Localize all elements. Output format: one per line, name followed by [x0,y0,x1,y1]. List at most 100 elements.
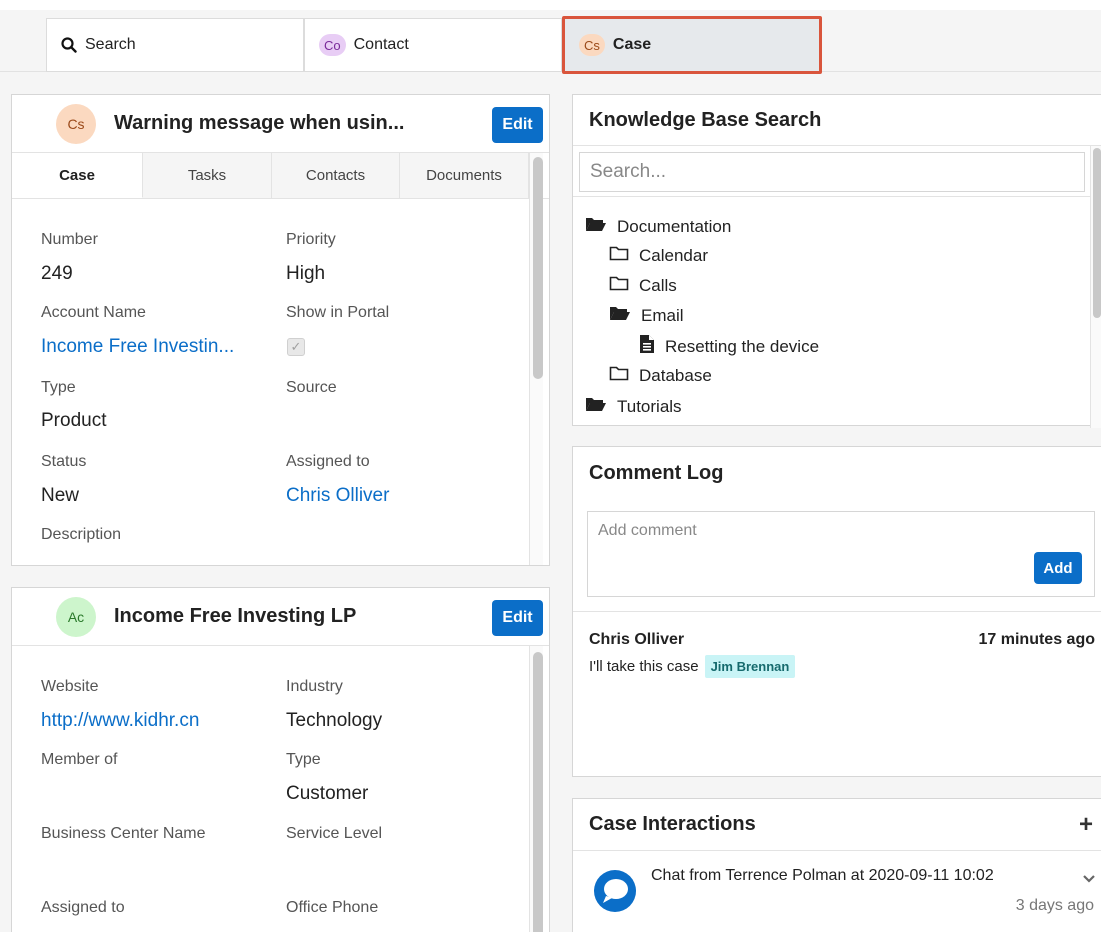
interaction-text[interactable]: Chat from Terrence Polman at 2020-09-11 … [651,867,994,885]
subtab-case[interactable]: Case [12,153,143,198]
tree-item-resetting-device[interactable]: Resetting the device [639,334,819,359]
tree-label: Resetting the device [665,336,820,356]
tree-label: Email [641,305,684,325]
add-comment-field[interactable]: Add comment Add [587,511,1095,597]
folder-open-icon [585,396,617,417]
account-edit-button[interactable]: Edit [492,600,543,636]
tab-bar: Search Co Contact Cs Case [0,10,1101,74]
case-subtabs: Case Tasks Contacts Documents [12,153,549,199]
account-type-value: Customer [286,783,369,804]
account-panel-header: Ac Income Free Investing LP Edit [12,588,549,646]
number-label: Number [41,231,98,248]
tree-label: Calendar [639,245,708,265]
account-type-label: Type [286,751,321,768]
folder-icon [609,245,639,266]
source-label: Source [286,379,337,396]
comment-time: 17 minutes ago [978,631,1095,648]
case-interactions-title: Case Interactions [589,813,756,835]
subtab-tasks[interactable]: Tasks [143,153,272,198]
comment-log-header: Comment Log [573,447,1101,499]
tree-item-tutorials[interactable]: Tutorials [585,396,682,417]
comment-body: I'll take this case Jim Brennan [589,655,796,678]
assigned-to-link[interactable]: Chris Olliver [286,485,389,507]
kb-header: Knowledge Base Search [573,95,1101,145]
comment-text: I'll take this case [589,658,699,675]
description-label: Description [41,526,122,543]
tab-search[interactable]: Search [46,18,304,72]
subtab-documents[interactable]: Documents [400,153,529,198]
case-module-pill: Cs [579,34,605,56]
kb-divider [573,196,1090,197]
tab-search-label: Search [85,36,136,53]
tree-label: Tutorials [617,396,682,416]
case-edit-button[interactable]: Edit [492,107,543,143]
add-comment-placeholder: Add comment [598,522,697,539]
search-icon [61,37,77,53]
tree-item-email[interactable]: Email [609,305,684,326]
add-comment-button[interactable]: Add [1034,552,1082,584]
interaction-item[interactable]: Chat from Terrence Polman at 2020-09-11 … [573,851,1101,931]
document-icon [639,334,665,359]
tree-label: Database [639,365,712,385]
account-avatar: Ac [56,596,96,637]
comment-author[interactable]: Chris Olliver [589,631,684,649]
subtab-contacts[interactable]: Contacts [272,153,400,198]
folder-icon [609,365,639,386]
case-avatar: Cs [56,103,96,144]
account-title[interactable]: Income Free Investing LP [114,605,356,628]
folder-open-icon [609,305,641,326]
show-in-portal-label: Show in Portal [286,304,390,321]
show-in-portal-checkbox[interactable]: ✓ [287,338,305,356]
interaction-time: 3 days ago [1015,897,1094,914]
mention-tag[interactable]: Jim Brennan [704,655,796,678]
account-panel: Ac Income Free Investing LP Edit Website… [11,587,550,932]
tree-item-calendar[interactable]: Calendar [609,245,708,266]
type-value: Product [41,410,107,431]
chat-bubble-icon [593,869,637,918]
member-of-label: Member of [41,751,118,768]
type-label: Type [41,379,76,396]
tab-case-label: Case [612,36,652,53]
case-scrollbar[interactable] [533,157,543,379]
comment-log-panel: Comment Log Add comment Add Chris Ollive… [572,446,1101,777]
folder-open-icon [585,216,617,237]
business-center-label: Business Center Name [41,825,206,842]
website-label: Website [41,678,99,695]
kb-title: Knowledge Base Search [589,108,822,131]
priority-value: High [286,263,326,284]
case-interactions-header: Case Interactions + [573,799,1101,851]
contact-module-pill: Co [319,34,346,56]
tab-case[interactable]: Cs Case [562,16,822,74]
add-interaction-icon[interactable]: + [1079,811,1093,839]
industry-value: Technology [286,710,383,731]
kb-search-input[interactable]: Search... [579,152,1085,192]
tree-label: Documentation [617,216,732,236]
account-assigned-label: Assigned to [41,899,125,916]
status-label: Status [41,453,87,470]
tree-item-calls[interactable]: Calls [609,275,677,296]
chevron-down-icon[interactable] [1082,871,1096,889]
kb-body: Search... Documentation Calendar Calls E… [573,145,1101,428]
tree-item-database[interactable]: Database [609,365,712,386]
account-scrollbar[interactable] [533,652,543,932]
account-name-label: Account Name [41,304,146,321]
tab-contact-label: Contact [353,36,409,53]
assigned-to-label: Assigned to [286,453,370,470]
number-value: 249 [41,263,73,284]
office-phone-label: Office Phone [286,899,379,916]
knowledge-base-panel: Knowledge Base Search Search... Document… [572,94,1101,428]
service-level-label: Service Level [286,825,383,842]
website-link[interactable]: http://www.kidhr.cn [41,710,199,732]
folder-icon [609,275,639,296]
case-panel: Cs Warning message when usin... Edit Cas… [11,94,550,566]
check-icon: ✓ [290,339,302,354]
industry-label: Industry [286,678,343,695]
tab-contact[interactable]: Co Contact [304,18,562,72]
account-name-link[interactable]: Income Free Investin... [41,336,234,358]
top-strip [0,0,1101,10]
comment-divider [573,611,1101,612]
case-title[interactable]: Warning message when usin... [114,112,404,135]
kb-scrollbar[interactable] [1093,148,1101,318]
tree-item-documentation[interactable]: Documentation [585,216,731,237]
case-interactions-panel: Case Interactions + Chat from Terrence P… [572,798,1101,932]
